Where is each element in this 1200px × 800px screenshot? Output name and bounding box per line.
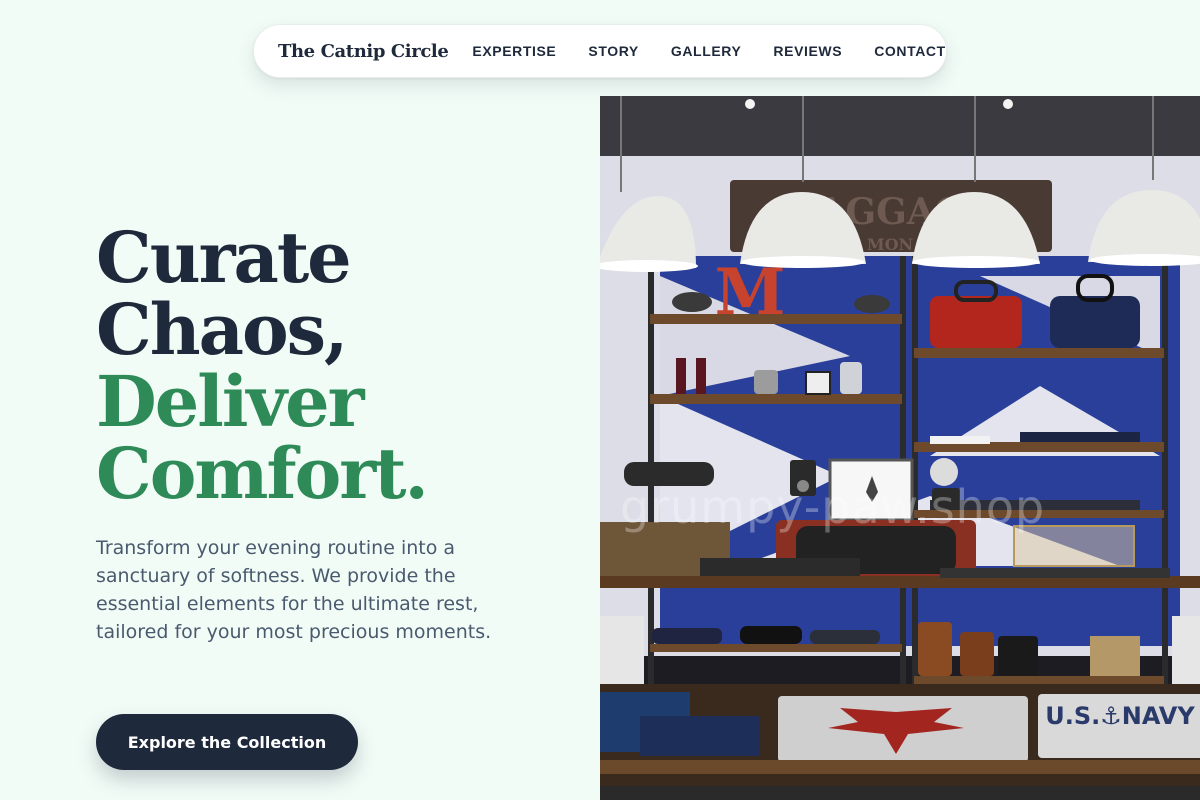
store-interior-illustration: BAGGAGE MON M U.S.⚓NAVY xyxy=(600,96,1200,800)
nav-link-contact[interactable]: CONTACT xyxy=(874,43,946,59)
explore-collection-button[interactable]: Explore the Collection xyxy=(96,714,358,770)
hero-description: Transform your evening routine into a sa… xyxy=(96,537,492,643)
headline-line-4: Comfort. xyxy=(96,432,429,515)
image-watermark: grumpy-paw.shop xyxy=(620,480,1046,534)
wall-sign-subtext: MON xyxy=(867,235,913,254)
headline-line-3: Deliver xyxy=(96,360,365,443)
brand-logo[interactable]: The Catnip Circle xyxy=(278,41,449,62)
headline-line-2: Chaos, xyxy=(96,288,348,371)
nav-link-expertise[interactable]: EXPERTISE xyxy=(472,43,556,59)
nav-link-reviews[interactable]: REVIEWS xyxy=(773,43,842,59)
page: The Catnip Circle EXPERTISE STORY GALLER… xyxy=(0,0,1200,800)
nav-link-gallery[interactable]: GALLERY xyxy=(671,43,742,59)
headline-line-1: Curate xyxy=(96,216,352,299)
hero-store-image: BAGGAGE MON M U.S.⚓NAVY grumpy-paw.shop xyxy=(600,96,1200,800)
hero-headline: Curate Chaos, Deliver Comfort. xyxy=(96,222,576,510)
top-nav: The Catnip Circle EXPERTISE STORY GALLER… xyxy=(253,24,947,78)
tee-print-text: U.S.⚓NAVY xyxy=(1045,702,1195,730)
nav-links: EXPERTISE STORY GALLERY REVIEWS CONTACT xyxy=(472,43,945,59)
nav-link-story[interactable]: STORY xyxy=(588,43,638,59)
